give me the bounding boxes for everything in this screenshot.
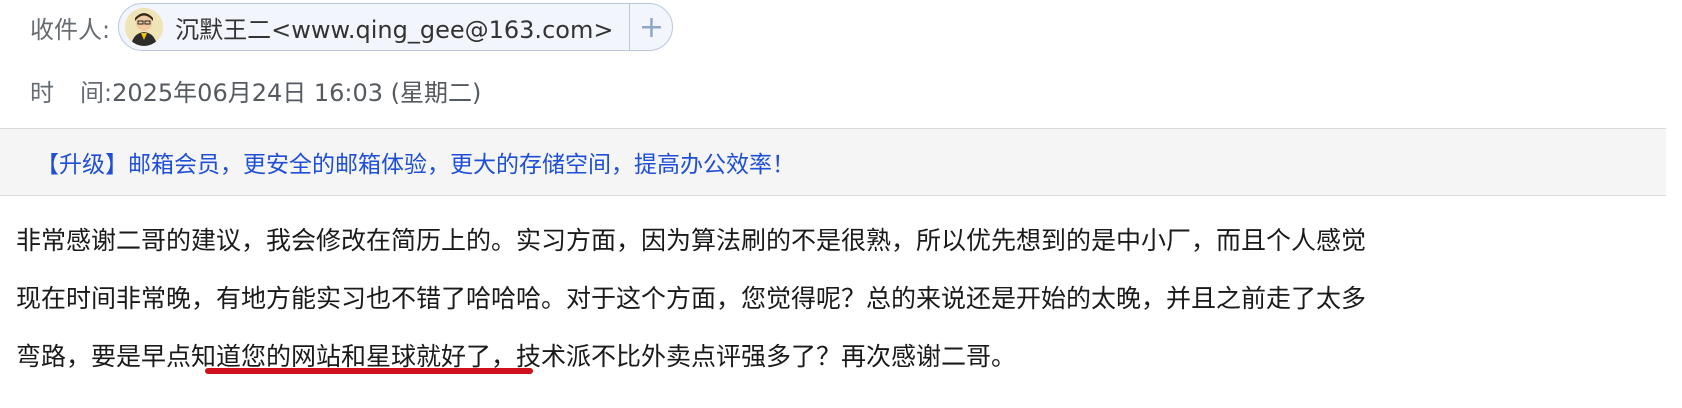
recipient-label: 收件人: <box>30 15 111 44</box>
plus-icon: + <box>638 9 664 45</box>
mail-line-1: 非常感谢二哥的建议，我会修改在简历上的。实习方面，因为算法刷的不是很熟，所以优先… <box>16 226 1367 255</box>
time-row: 时间: 2025年06月24日 16:03 (星期二) <box>30 66 481 114</box>
mail-body: 非常感谢二哥的建议，我会修改在简历上的。实习方面，因为算法刷的不是很熟，所以优先… <box>16 212 1666 386</box>
avatar-icon <box>125 8 164 46</box>
add-recipient-button[interactable]: + <box>630 4 672 50</box>
right-edge <box>1666 0 1682 408</box>
recipient-name: 沉默王二<www.qing_gee@163.com> <box>175 15 614 44</box>
red-underline-annotation <box>205 368 533 374</box>
time-value: 2025年06月24日 16:03 (星期二) <box>112 78 482 107</box>
upgrade-banner: 【升级】邮箱会员，更安全的邮箱体验，更大的存储空间，提高办公效率！ <box>0 128 1682 196</box>
upgrade-link[interactable]: 【升级】邮箱会员，更安全的邮箱体验，更大的存储空间，提高办公效率！ <box>36 145 795 179</box>
time-label-b: 间: <box>80 78 113 107</box>
recipient-row: 收件人: 沉默王二<www.qing_gee@163.com> + <box>30 3 674 51</box>
mail-line-3: 弯路，要是早点知道您的网站和星球就好了，技术派不比外卖点评强多了？再次感谢二哥。 <box>16 342 1017 371</box>
time-label-a: 时 <box>30 78 54 107</box>
time-label: 时间: <box>30 73 112 108</box>
email-view: 收件人: 沉默王二<www.qing_gee@163.com> + 时 间: 2… <box>0 0 1682 408</box>
recipient-chip[interactable]: 沉默王二<www.qing_gee@163.com> + <box>118 3 674 51</box>
recipient-chip-main[interactable]: 沉默王二<www.qing_gee@163.com> <box>119 4 629 50</box>
mail-line-2: 现在时间非常晚，有地方能实习也不错了哈哈哈。对于这个方面，您觉得呢？总的来说还是… <box>16 284 1367 313</box>
